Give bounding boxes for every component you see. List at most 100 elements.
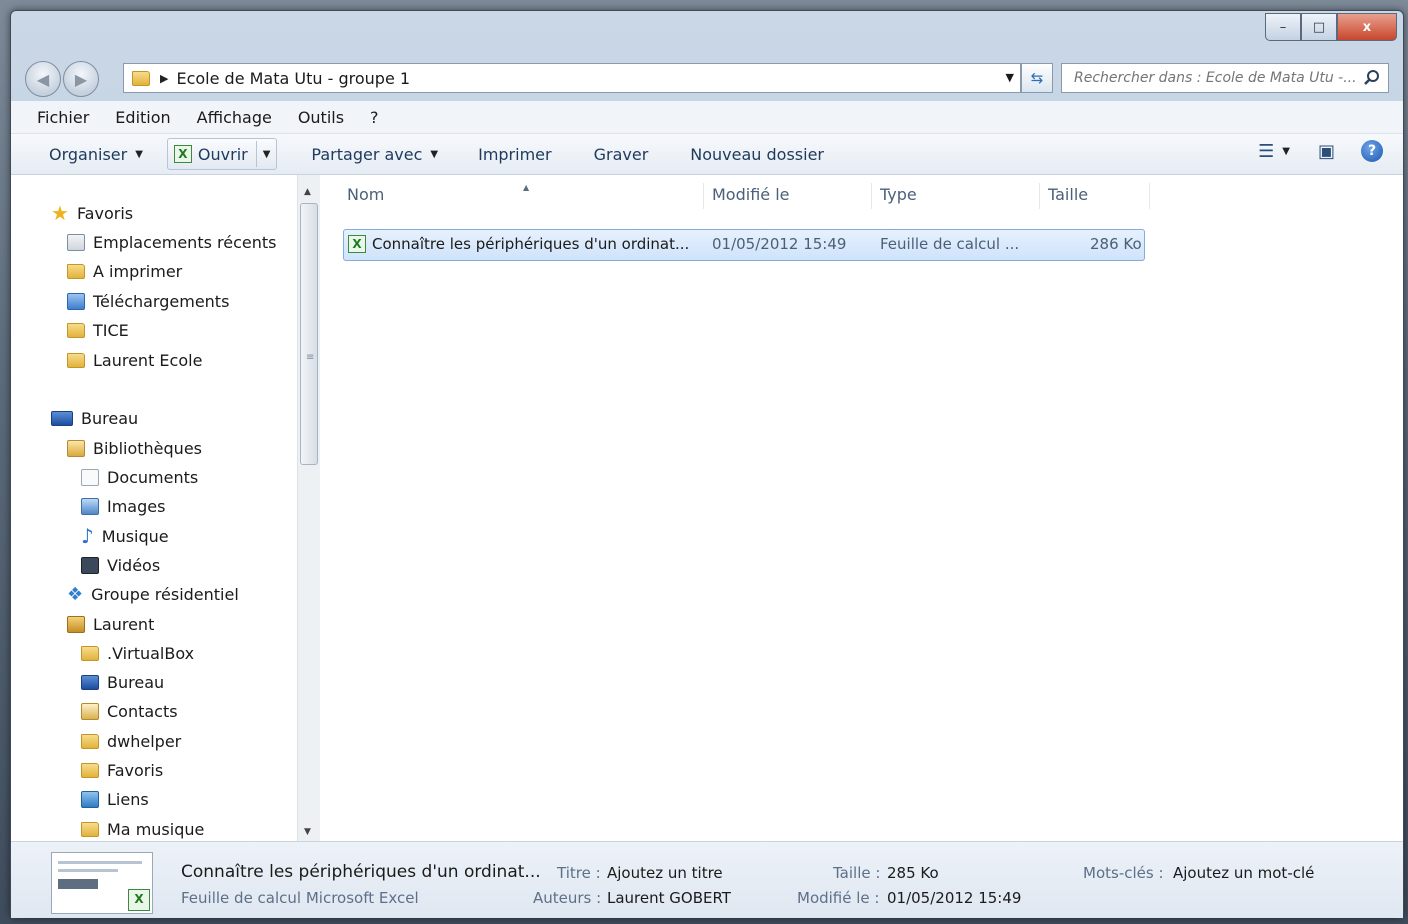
auteurs-value[interactable]: Laurent GOBERT bbox=[607, 889, 731, 907]
favorites-folder-icon bbox=[81, 762, 99, 778]
breadcrumb-current-folder[interactable]: Ecole de Mata Utu - groupe 1 bbox=[176, 69, 410, 88]
nouveau-dossier-button[interactable]: Nouveau dossier bbox=[690, 145, 824, 164]
nav-bureau[interactable]: Bureau bbox=[51, 404, 138, 432]
column-header-size[interactable]: Taille bbox=[1048, 185, 1088, 204]
nav-favoris[interactable]: ★ Favoris bbox=[51, 199, 133, 227]
downloads-folder-icon bbox=[67, 292, 85, 310]
menu-affichage[interactable]: Affichage bbox=[197, 108, 272, 127]
back-button[interactable]: ◀ bbox=[25, 61, 61, 97]
close-button[interactable]: x bbox=[1337, 13, 1397, 41]
nav-virtualbox[interactable]: .VirtualBox bbox=[81, 639, 194, 667]
chevron-down-icon: ▼ bbox=[430, 148, 439, 160]
file-thumbnail: X bbox=[51, 852, 153, 914]
back-arrow-icon: ◀ bbox=[36, 69, 50, 89]
ouvrir-label: Ouvrir bbox=[197, 144, 248, 164]
desktop-icon bbox=[51, 410, 73, 426]
search-icon[interactable] bbox=[1362, 68, 1382, 88]
breadcrumb-arrow-icon[interactable]: ▶ bbox=[160, 72, 168, 85]
nav-liens[interactable]: Liens bbox=[81, 785, 149, 813]
view-options-icon[interactable]: ☰ bbox=[1258, 141, 1274, 162]
navigation-buttons: ◀ ▶ bbox=[25, 61, 101, 97]
address-bar[interactable]: ▶ Ecole de Mata Utu - groupe 1 ▼ bbox=[123, 63, 1021, 93]
user-folder-icon bbox=[67, 615, 85, 633]
column-header-type[interactable]: Type bbox=[880, 185, 917, 204]
partager-button[interactable]: Partager avec ▼ bbox=[311, 145, 438, 164]
help-icon[interactable]: ? bbox=[1361, 140, 1383, 162]
folder-icon bbox=[81, 645, 99, 661]
contacts-icon bbox=[81, 702, 99, 720]
nav-telechargements[interactable]: Téléchargements bbox=[67, 287, 229, 315]
nav-ma-musique[interactable]: Ma musique bbox=[81, 815, 204, 841]
menu-help[interactable]: ? bbox=[370, 108, 379, 127]
nav-bureau-user[interactable]: Bureau bbox=[81, 668, 164, 696]
music-folder-icon bbox=[81, 821, 99, 837]
libraries-icon bbox=[67, 439, 85, 457]
nav-contacts[interactable]: Contacts bbox=[81, 697, 178, 725]
title-bar: – □ x ◀ ▶ ▶ Ecole de Mata Utu - groupe 1… bbox=[11, 11, 1403, 99]
menu-edition[interactable]: Edition bbox=[115, 108, 170, 127]
chevron-down-icon: ▼ bbox=[135, 148, 143, 160]
refresh-icon: ⇆ bbox=[1030, 69, 1044, 87]
grip-icon: ≡ bbox=[306, 352, 315, 363]
refresh-button[interactable]: ⇆ bbox=[1021, 63, 1053, 93]
folder-icon bbox=[132, 70, 150, 86]
address-dropdown-icon[interactable]: ▼ bbox=[1006, 71, 1014, 84]
modifie-label: Modifié le : bbox=[797, 889, 880, 907]
minimize-button[interactable]: – bbox=[1265, 13, 1301, 41]
nav-a-imprimer[interactable]: A imprimer bbox=[67, 257, 182, 285]
nav-dwhelper[interactable]: dwhelper bbox=[81, 727, 181, 755]
maximize-button[interactable]: □ bbox=[1301, 13, 1337, 41]
command-bar: Organiser ▼ X Ouvrir ▼ Partager avec ▼ I… bbox=[11, 134, 1403, 175]
column-header-modified[interactable]: Modifié le bbox=[712, 185, 790, 204]
nav-images[interactable]: Images bbox=[81, 492, 165, 520]
imprimer-button[interactable]: Imprimer bbox=[478, 145, 552, 164]
search-input[interactable] bbox=[1072, 69, 1358, 87]
search-box[interactable] bbox=[1061, 63, 1389, 93]
organiser-button[interactable]: Organiser ▼ bbox=[49, 145, 143, 164]
nav-tice[interactable]: TICE bbox=[67, 316, 129, 344]
nav-laurent[interactable]: Laurent bbox=[67, 610, 154, 638]
scroll-up-icon[interactable]: ▲ bbox=[304, 187, 311, 197]
graver-button[interactable]: Graver bbox=[594, 145, 649, 164]
column-header-name[interactable]: Nom bbox=[347, 185, 384, 204]
star-icon: ★ bbox=[51, 201, 69, 225]
nav-bibliotheques[interactable]: Bibliothèques bbox=[67, 434, 202, 462]
excel-icon: X bbox=[128, 889, 150, 911]
partager-label: Partager avec bbox=[311, 144, 423, 164]
mots-cles-value[interactable]: Ajoutez un mot-clé bbox=[1173, 864, 1314, 882]
music-note-icon: ♪ bbox=[81, 524, 94, 548]
links-icon bbox=[81, 790, 99, 808]
pictures-icon bbox=[81, 497, 99, 515]
ouvrir-button[interactable]: X Ouvrir ▼ bbox=[166, 138, 278, 170]
scrollbar-thumb[interactable]: ≡ bbox=[300, 203, 318, 465]
view-dropdown-icon[interactable]: ▼ bbox=[1282, 146, 1290, 157]
file-size: 286 Ko bbox=[1090, 235, 1142, 253]
nav-documents[interactable]: Documents bbox=[81, 463, 198, 491]
menu-outils[interactable]: Outils bbox=[298, 108, 344, 127]
nav-emplacements-recents[interactable]: Emplacements récents bbox=[67, 228, 276, 256]
preview-pane-icon[interactable]: ▣ bbox=[1318, 141, 1335, 162]
file-row[interactable]: X Connaître les périphériques d'un ordin… bbox=[343, 229, 1145, 261]
menu-bar: Fichier Edition Affichage Outils ? bbox=[11, 101, 1403, 134]
nav-musique[interactable]: ♪ Musique bbox=[81, 522, 169, 550]
file-name-cell[interactable]: X Connaître les périphériques d'un ordin… bbox=[348, 235, 689, 253]
forward-button[interactable]: ▶ bbox=[63, 61, 99, 97]
scroll-down-icon[interactable]: ▼ bbox=[304, 827, 311, 837]
excel-file-icon: X bbox=[348, 235, 366, 253]
nav-videos[interactable]: Vidéos bbox=[81, 551, 160, 579]
nav-groupe-residentiel[interactable]: ❖ Groupe résidentiel bbox=[67, 580, 239, 608]
forward-arrow-icon: ▶ bbox=[74, 69, 88, 89]
ouvrir-dropdown-icon[interactable]: ▼ bbox=[263, 149, 271, 160]
nav-pane-scrollbar[interactable]: ▲ ≡ ▼ bbox=[297, 175, 320, 841]
menu-fichier[interactable]: Fichier bbox=[37, 108, 89, 127]
nav-laurent-ecole[interactable]: Laurent Ecole bbox=[67, 346, 202, 374]
titre-value[interactable]: Ajoutez un titre bbox=[607, 864, 723, 882]
folder-icon bbox=[67, 263, 85, 279]
nav-favoris-user[interactable]: Favoris bbox=[81, 756, 163, 784]
homegroup-icon: ❖ bbox=[67, 583, 84, 605]
organiser-label: Organiser bbox=[49, 144, 128, 164]
file-modified: 01/05/2012 15:49 bbox=[712, 235, 847, 253]
excel-icon: X bbox=[173, 145, 192, 163]
navigation-pane: ★ Favoris Emplacements récents A imprimer… bbox=[11, 175, 323, 841]
file-type: Feuille de calcul ... bbox=[880, 235, 1020, 253]
